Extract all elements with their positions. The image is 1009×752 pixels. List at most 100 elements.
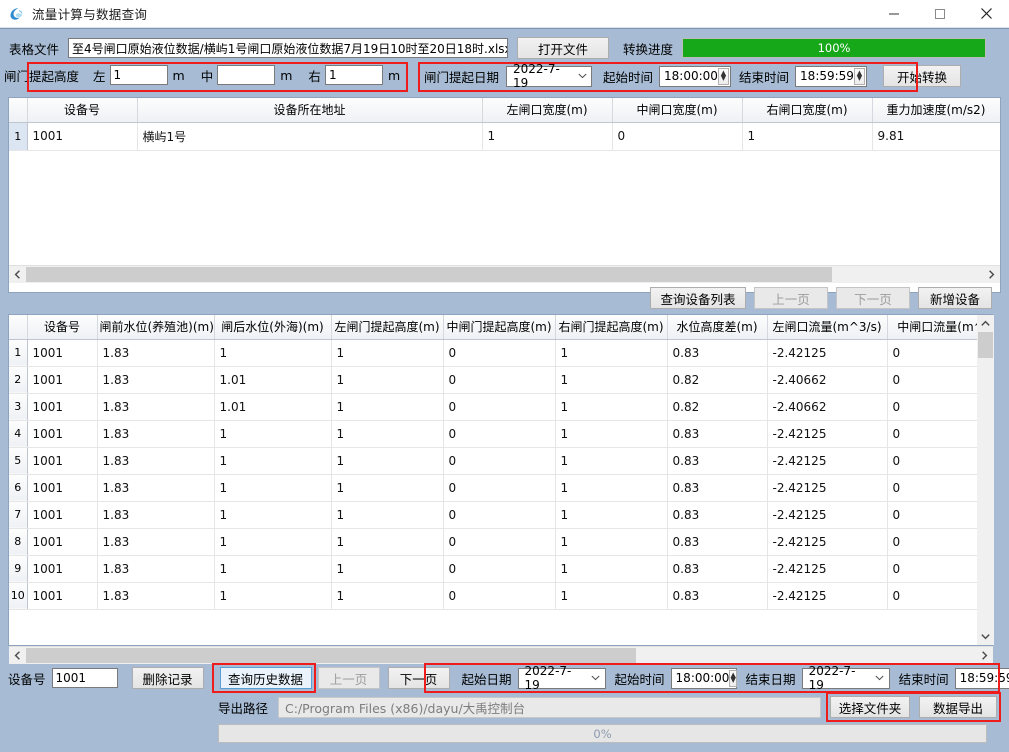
device-table-hscrollbar[interactable]: [9, 265, 1000, 282]
table-cell[interactable]: 1.01: [214, 366, 331, 393]
data-table-row[interactable]: 410011.8311010.83-2.421250: [9, 420, 993, 447]
table-cell[interactable]: 1: [214, 339, 331, 366]
table-cell[interactable]: 1: [331, 393, 443, 420]
table-cell[interactable]: 0: [443, 555, 555, 582]
table-cell[interactable]: 1: [214, 555, 331, 582]
table-cell[interactable]: 1.83: [97, 555, 214, 582]
spinner-arrows-icon[interactable]: ▲▼: [729, 670, 736, 687]
table-cell[interactable]: 0.82: [667, 393, 767, 420]
minimize-icon[interactable]: [871, 0, 917, 28]
table-cell[interactable]: 0.83: [667, 420, 767, 447]
data-col-level-diff[interactable]: 水位高度差(m): [667, 315, 767, 339]
table-cell[interactable]: 0.83: [667, 339, 767, 366]
table-cell[interactable]: 1001: [27, 393, 97, 420]
table-cell[interactable]: 1: [555, 366, 667, 393]
table-cell[interactable]: 1.83: [97, 366, 214, 393]
table-cell[interactable]: 1.01: [214, 393, 331, 420]
data-col-right-lift[interactable]: 右闸门提起高度(m): [555, 315, 667, 339]
add-device-button[interactable]: 新增设备: [918, 287, 992, 309]
data-table-row[interactable]: 110011.8311010.83-2.421250: [9, 339, 993, 366]
bottom-device-id-input[interactable]: 1001: [52, 668, 118, 688]
table-cell[interactable]: 1: [214, 501, 331, 528]
table-cell[interactable]: 0: [443, 393, 555, 420]
device-table-corner[interactable]: [9, 98, 27, 122]
table-cell[interactable]: 0.83: [667, 501, 767, 528]
data-col-left-lift[interactable]: 左闸门提起高度(m): [331, 315, 443, 339]
table-cell[interactable]: 0.83: [667, 582, 767, 609]
table-cell[interactable]: 1: [331, 339, 443, 366]
table-cell[interactable]: 1.83: [97, 501, 214, 528]
choose-folder-button[interactable]: 选择文件夹: [830, 696, 910, 718]
data-table-row[interactable]: 310011.831.011010.82-2.406620: [9, 393, 993, 420]
scroll-left-icon[interactable]: [9, 266, 26, 283]
table-cell[interactable]: 0.83: [667, 447, 767, 474]
table-cell[interactable]: -2.42125: [767, 582, 887, 609]
table-cell[interactable]: 1.83: [97, 393, 214, 420]
bottom-end-date-select[interactable]: 2022-7-19: [802, 668, 890, 689]
data-table-row[interactable]: 910011.8311010.83-2.421250: [9, 555, 993, 582]
data-table-row[interactable]: 1010011.8311010.83-2.421250: [9, 582, 993, 609]
start-convert-button[interactable]: 开始转换: [883, 65, 961, 87]
bottom-end-time-input[interactable]: 18:59:59 ▲▼: [955, 668, 1009, 689]
table-cell[interactable]: 0: [443, 339, 555, 366]
file-path-input[interactable]: 至4号闸口原始液位数据/横屿1号闸口原始液位数据7月19日10时至20日18时.…: [68, 38, 508, 58]
table-cell[interactable]: 9.81: [872, 122, 1000, 150]
scroll-right-icon[interactable]: [983, 266, 1000, 283]
table-cell[interactable]: 1: [555, 582, 667, 609]
table-cell[interactable]: 1.83: [97, 582, 214, 609]
table-cell[interactable]: 0: [443, 366, 555, 393]
left-height-input[interactable]: 1: [110, 65, 168, 85]
table-cell[interactable]: 1: [555, 501, 667, 528]
bottom-start-date-select[interactable]: 2022-7-19: [518, 668, 606, 689]
table-cell[interactable]: 1: [214, 474, 331, 501]
data-col-mid-lift[interactable]: 中闸门提起高度(m): [443, 315, 555, 339]
table-cell[interactable]: 0: [443, 420, 555, 447]
export-data-button[interactable]: 数据导出: [919, 696, 997, 718]
data-vscroll-thumb[interactable]: [978, 332, 993, 358]
query-history-button[interactable]: 查询历史数据: [220, 667, 312, 689]
device-col-id[interactable]: 设备号: [27, 98, 137, 122]
device-col-mid-w[interactable]: 中闸口宽度(m): [612, 98, 742, 122]
table-cell[interactable]: 1.83: [97, 474, 214, 501]
delete-record-button[interactable]: 删除记录: [132, 667, 204, 689]
table-cell[interactable]: -2.42125: [767, 555, 887, 582]
data-hscroll-track[interactable]: [26, 647, 976, 664]
query-device-list-button[interactable]: 查询设备列表: [650, 287, 746, 309]
device-hscroll-thumb[interactable]: [26, 267, 832, 282]
table-cell[interactable]: 1001: [27, 366, 97, 393]
table-cell[interactable]: 1: [331, 501, 443, 528]
table-cell[interactable]: 1001: [27, 528, 97, 555]
open-file-button[interactable]: 打开文件: [517, 37, 609, 59]
table-cell[interactable]: 1: [555, 447, 667, 474]
table-cell[interactable]: 1: [555, 393, 667, 420]
table-cell[interactable]: 1: [742, 122, 872, 150]
table-cell[interactable]: 1001: [27, 501, 97, 528]
export-path-input[interactable]: C:/Program Files (x86)/dayu/大禹控制台: [278, 697, 821, 718]
device-col-right-w[interactable]: 右闸口宽度(m): [742, 98, 872, 122]
scroll-down-icon[interactable]: [977, 628, 994, 645]
table-cell[interactable]: -2.40662: [767, 393, 887, 420]
data-table-hscrollbar[interactable]: [9, 646, 993, 663]
table-cell[interactable]: -2.42125: [767, 339, 887, 366]
device-table-row[interactable]: 11001横屿1号1019.81: [9, 122, 1000, 150]
table-cell[interactable]: 0: [612, 122, 742, 150]
table-cell[interactable]: 0: [443, 528, 555, 555]
table-cell[interactable]: 0: [443, 582, 555, 609]
device-col-left-w[interactable]: 左闸口宽度(m): [482, 98, 612, 122]
table-cell[interactable]: 1: [331, 555, 443, 582]
data-col-front-level[interactable]: 闸前水位(养殖池)(m): [97, 315, 214, 339]
scroll-up-icon[interactable]: [977, 315, 994, 332]
table-cell[interactable]: 1001: [27, 474, 97, 501]
maximize-icon[interactable]: [917, 0, 963, 28]
table-cell[interactable]: 1: [331, 528, 443, 555]
table-cell[interactable]: 1: [331, 582, 443, 609]
table-cell[interactable]: -2.42125: [767, 447, 887, 474]
spinner-arrows-icon[interactable]: ▲▼: [854, 68, 865, 85]
table-cell[interactable]: 1001: [27, 582, 97, 609]
data-table-row[interactable]: 710011.8311010.83-2.421250: [9, 501, 993, 528]
data-col-device-id[interactable]: 设备号: [27, 315, 97, 339]
end-time-input[interactable]: 18:59:59 ▲▼: [795, 66, 867, 87]
data-table-row[interactable]: 810011.8311010.83-2.421250: [9, 528, 993, 555]
history-next-page-button[interactable]: 下一页: [388, 667, 450, 689]
table-cell[interactable]: 1: [555, 420, 667, 447]
